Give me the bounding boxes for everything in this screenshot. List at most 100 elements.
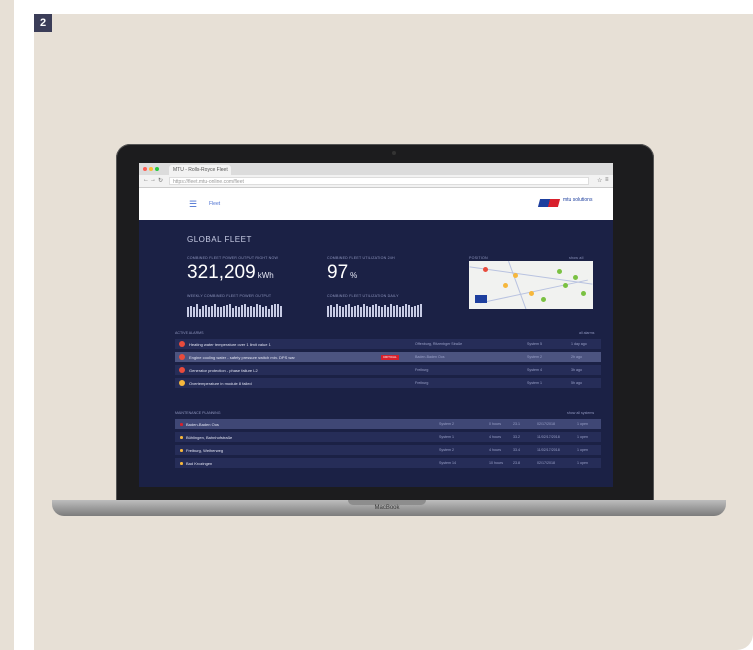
chart-bar xyxy=(238,306,240,317)
map-pin-icon[interactable] xyxy=(573,275,578,280)
all-alarms-link[interactable]: all alarms xyxy=(579,331,594,335)
alarm-time: 1 day ago xyxy=(571,342,587,346)
chart-bar xyxy=(223,305,225,317)
maintenance-site: Bühlingen, Bahnhofstraße xyxy=(186,435,233,440)
alarm-status-icon xyxy=(179,380,185,386)
chart-bar xyxy=(247,307,249,317)
laptop-screen: MTU - Rolls-Royce Fleet ← → ↻ https://fl… xyxy=(139,163,613,487)
map-pin-icon[interactable] xyxy=(557,269,562,274)
alarm-system: System 2 xyxy=(527,355,542,359)
map-pin-icon[interactable] xyxy=(541,297,546,302)
chart-bar xyxy=(220,307,222,317)
map-pin-icon[interactable] xyxy=(581,291,586,296)
alarm-row[interactable]: Overtemperature in module 8 failed Freib… xyxy=(175,378,601,388)
chart-bar xyxy=(199,308,201,317)
alarm-text: Generator protection - phase failure L2 xyxy=(189,368,258,373)
kpi-power-unit: kWh xyxy=(257,271,274,280)
alarm-row[interactable]: Generator protection - phase failure L2 … xyxy=(175,365,601,375)
chart-bar xyxy=(420,304,422,317)
chart-bar xyxy=(408,305,410,317)
maintenance-status-icon xyxy=(180,423,183,426)
maintenance-row[interactable]: Bad Krozingen System 14 10 hours 23.8 02… xyxy=(175,458,601,468)
alarm-row[interactable]: Heating water temperature over 1 limit v… xyxy=(175,339,601,349)
close-window-icon[interactable] xyxy=(143,167,147,171)
kpi-utilization-label: COMBINED FLEET UTILIZATION 24H xyxy=(327,256,395,260)
daily-utilization-chart xyxy=(327,303,422,317)
chart-bar xyxy=(217,306,219,317)
chart-bar xyxy=(402,305,404,317)
maintenance-row[interactable]: Freiburg, Weiherweg System 2 4 hours 33.… xyxy=(175,445,601,455)
map-pin-icon[interactable] xyxy=(503,283,508,288)
app-header: ☰ Fleet mtu solutions xyxy=(139,188,613,220)
forward-icon[interactable]: → xyxy=(150,177,156,183)
chart-bar xyxy=(369,306,371,317)
chart-bar xyxy=(265,305,267,317)
maintenance-status-icon xyxy=(180,462,183,465)
logo-text: mtu solutions xyxy=(563,197,593,203)
alarm-system: System 5 xyxy=(527,342,542,346)
chart-bar xyxy=(342,307,344,317)
alarm-location: Freiburg xyxy=(415,368,429,372)
maintenance-date: 02/17/2018 xyxy=(537,461,555,465)
alarm-time: 2h ago xyxy=(571,355,582,359)
chart-bar xyxy=(366,305,368,317)
reload-icon[interactable]: ↻ xyxy=(158,177,163,184)
show-all-systems-link[interactable]: show all systems xyxy=(567,411,594,415)
maintenance-status-icon xyxy=(180,449,183,452)
nav-home-link[interactable]: Fleet xyxy=(209,201,220,207)
chart-bar xyxy=(390,304,392,317)
maintenance-percent: 23.1 xyxy=(513,422,520,426)
browser-tab[interactable]: MTU - Rolls-Royce Fleet xyxy=(169,165,231,175)
maximize-window-icon[interactable] xyxy=(155,167,159,171)
chart-bar xyxy=(250,305,252,317)
chart-bar xyxy=(190,305,192,317)
browser-tab-bar: MTU - Rolls-Royce Fleet xyxy=(139,163,613,175)
maintenance-date: 11/02/17/2018 xyxy=(537,435,560,439)
alarm-severity-badge: CRITICAL xyxy=(381,354,399,360)
menu-icon[interactable]: ≡ xyxy=(605,177,609,183)
fleet-position-map[interactable] xyxy=(469,261,593,309)
laptop-brand-label: MacBook xyxy=(374,505,400,511)
chart-bar xyxy=(241,305,243,317)
map-pin-icon[interactable] xyxy=(529,291,534,296)
weekly-output-chart xyxy=(187,303,282,317)
chart-bar xyxy=(229,304,231,317)
maintenance-date: 11/02/17/2018 xyxy=(537,448,560,452)
chart-bar xyxy=(348,304,350,317)
chart-bar xyxy=(333,306,335,317)
star-icon[interactable]: ☆ xyxy=(597,177,602,184)
map-legend xyxy=(475,295,487,303)
chart-bar xyxy=(202,305,204,317)
minimize-window-icon[interactable] xyxy=(149,167,153,171)
map-pin-icon[interactable] xyxy=(513,273,518,278)
chart-bar xyxy=(235,305,237,317)
page-title: GLOBAL FLEET xyxy=(187,235,252,244)
chart-bar xyxy=(414,305,416,317)
chart-bar xyxy=(193,306,195,317)
kpi-utilization-value: 97% xyxy=(327,262,357,284)
map-pin-icon[interactable] xyxy=(563,283,568,288)
camera-icon xyxy=(392,151,396,155)
position-show-all-link[interactable]: show all xyxy=(569,256,584,260)
chart-bar xyxy=(405,304,407,317)
maintenance-percent: 33.4 xyxy=(513,448,520,452)
chart-bar xyxy=(256,304,258,317)
map-pin-icon[interactable] xyxy=(483,267,488,272)
maintenance-row[interactable]: Bühlingen, Bahnhofstraße System 1 4 hour… xyxy=(175,432,601,442)
chart-bar xyxy=(232,307,234,317)
back-icon[interactable]: ← xyxy=(143,177,149,183)
maintenance-section-title: MAINTENANCE PLANNING xyxy=(175,411,221,415)
alarm-status-icon xyxy=(179,341,185,347)
kpi-utilization-unit: % xyxy=(350,271,358,280)
hamburger-menu-icon[interactable]: ☰ xyxy=(189,199,197,210)
address-bar: ← → ↻ https://fleet.mtu-online.com/fleet… xyxy=(139,175,613,188)
alarm-status-icon xyxy=(179,354,185,360)
figure-number-badge: 2 xyxy=(34,14,52,32)
maintenance-site: Freiburg, Weiherweg xyxy=(186,448,224,453)
maintenance-status-icon xyxy=(180,436,183,439)
chart-bar xyxy=(268,308,270,317)
maintenance-row[interactable]: Baden-Baden Oos System 2 0 hours 23.1 02… xyxy=(175,419,601,429)
url-field[interactable]: https://fleet.mtu-online.com/fleet xyxy=(169,177,589,185)
alarm-row[interactable]: Engine cooling water - safety pressure s… xyxy=(175,352,601,362)
chart-bar xyxy=(375,304,377,317)
